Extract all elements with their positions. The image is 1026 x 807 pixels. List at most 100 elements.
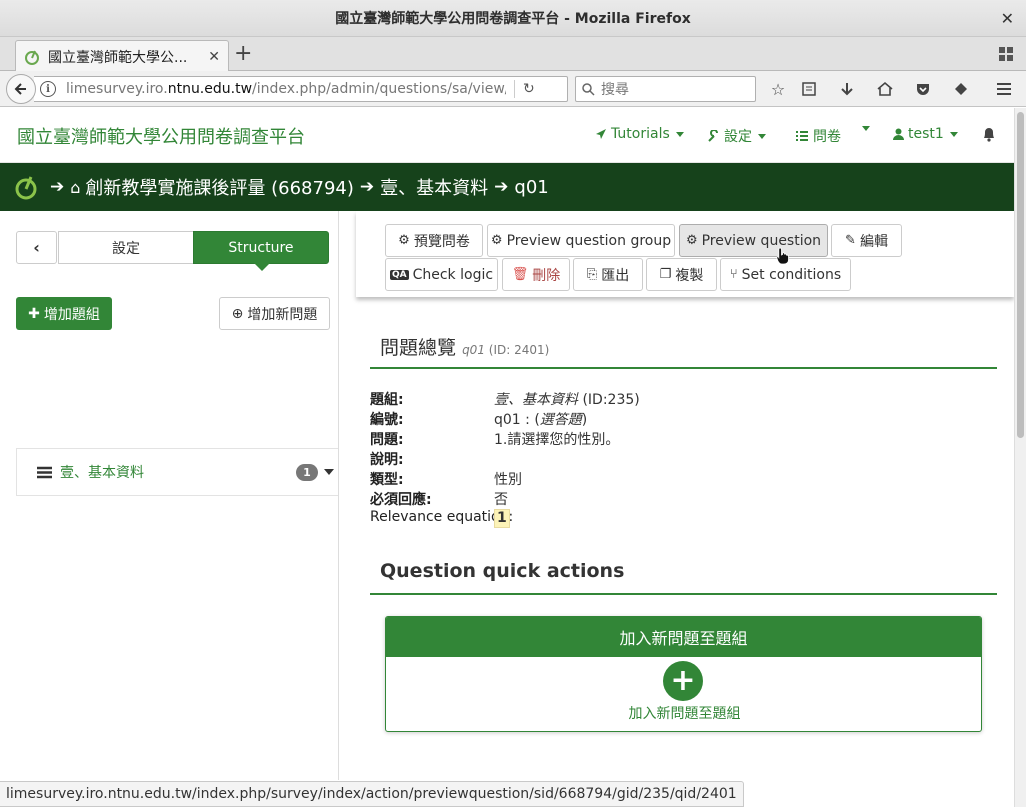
- tab-grid-icon[interactable]: [998, 46, 1014, 62]
- copy-button[interactable]: ❐ 複製: [646, 258, 717, 291]
- caret-down-icon: [949, 131, 958, 137]
- preview-survey-button[interactable]: ⚙ 預覽問卷: [385, 224, 483, 257]
- hand-cursor-icon: [776, 247, 789, 265]
- edit-label: 編輯: [859, 233, 888, 250]
- add-group-label: 增加題組: [43, 306, 100, 323]
- sidebar-collapse-button[interactable]: ‹: [16, 231, 57, 264]
- structure-sidebar: ‹ 設定 Structure ✚ 增加題組 ⊕ 增加新問題 壹、基本資料 1: [0, 211, 339, 780]
- detail-label: 編號:: [370, 412, 404, 428]
- download-icon[interactable]: [838, 80, 856, 98]
- caret-down-icon: [862, 126, 870, 131]
- pocket-icon[interactable]: [914, 80, 932, 98]
- plus-circle-icon[interactable]: +: [663, 661, 703, 701]
- tab-close-icon[interactable]: ✕: [208, 49, 220, 65]
- limesurvey-favicon-icon: [25, 50, 39, 65]
- site-info-icon[interactable]: i: [40, 81, 56, 97]
- detail-label: Relevance equation:: [370, 509, 514, 525]
- breadcrumb-survey[interactable]: 創新教學實施課後評量 (668794): [85, 174, 353, 200]
- new-tab-icon[interactable]: +: [234, 42, 252, 66]
- breadcrumb: ➔ ⌂ 創新教學實施課後評量 (668794) ➔ 壹、基本資料 ➔ q01: [0, 163, 1014, 211]
- detail-label: 必須回應:: [370, 492, 432, 508]
- url-path: /index.php/admin/questions/sa/view/surve: [252, 81, 506, 97]
- reload-icon[interactable]: ↻: [523, 81, 535, 97]
- quick-actions-heading: Question quick actions: [380, 560, 625, 582]
- conditions-icon: ⑂: [729, 267, 738, 282]
- tutorials-menu[interactable]: Tutorials: [594, 126, 684, 142]
- url-separator: [514, 80, 515, 98]
- surveys-menu[interactable]: 問卷: [795, 126, 841, 146]
- url-host-prefix: limesurvey.iro.: [66, 81, 168, 97]
- check-logic-label: Check logic: [412, 266, 494, 283]
- status-bar: limesurvey.iro.ntnu.edu.tw/index.php/sur…: [0, 781, 744, 807]
- window-title: 國立臺灣師範大學公用問卷調查平台 - Mozilla Firefox: [335, 11, 691, 27]
- settings-label: 設定: [724, 129, 752, 145]
- copy-icon: ❐: [659, 267, 672, 282]
- url-bar[interactable]: i limesurvey.iro.ntnu.edu.tw/index.php/a…: [34, 76, 568, 102]
- add-question-label: 增加新問題: [247, 306, 318, 323]
- tab-structure-label: Structure: [228, 239, 294, 256]
- caret-down-icon[interactable]: [324, 469, 334, 475]
- limesurvey-logo-icon[interactable]: [14, 174, 38, 200]
- reader-view-icon[interactable]: [800, 80, 818, 98]
- url-text[interactable]: limesurvey.iro.ntnu.edu.tw/index.php/adm…: [66, 81, 506, 97]
- notification-bell-icon[interactable]: [982, 127, 996, 142]
- plus-icon: ✚: [28, 305, 40, 322]
- preview-question-button[interactable]: ⚙ Preview question: [679, 224, 828, 257]
- trash-icon: 🗑: [511, 267, 529, 282]
- window-close-icon[interactable]: ✕: [1001, 9, 1014, 28]
- detail-value: q01 : (選答題): [494, 409, 587, 429]
- question-group-item[interactable]: 壹、基本資料 1: [16, 448, 338, 496]
- edit-button[interactable]: ✎ 編輯: [831, 224, 902, 257]
- overview-id: (ID: 2401): [488, 343, 550, 357]
- settings-menu[interactable]: 設定: [707, 126, 766, 146]
- detail-value: 壹、基本資料 (ID:235): [494, 389, 640, 409]
- question-toolbar: ⚙ 預覽問卷 ⚙ Preview question group ⚙ Preview q…: [356, 211, 1014, 297]
- breadcrumb-group[interactable]: 壹、基本資料: [380, 174, 488, 200]
- back-button[interactable]: [6, 74, 36, 104]
- page-viewport: 國立臺灣師範大學公用問卷調查平台 Tutorials 設定 問卷 test1 ➔…: [0, 108, 1014, 780]
- site-brand-link[interactable]: 國立臺灣師範大學公用問卷調查平台: [17, 123, 305, 149]
- back-arrow-icon: [14, 83, 26, 95]
- preview-question-label: Preview question: [701, 232, 822, 249]
- browser-tab-active[interactable]: 國立臺灣師範大學公... ✕: [15, 40, 229, 72]
- preview-question-group-button[interactable]: ⚙ Preview question group: [487, 224, 675, 257]
- scrollbar-thumb[interactable]: [1017, 112, 1024, 438]
- user-label: test1: [908, 126, 944, 142]
- plus-circle-icon: ⊕: [231, 305, 244, 322]
- add-question-to-group-panel[interactable]: 加入新問題至題組 + 加入新問題至題組: [385, 616, 982, 732]
- gear-icon: ⚙: [398, 233, 410, 248]
- detail-row-type: 類型: 性別: [370, 469, 990, 489]
- detail-row-mandatory: 必須回應: 否: [370, 489, 990, 509]
- window-titlebar: 國立臺灣師範大學公用問卷調查平台 - Mozilla Firefox ✕: [0, 0, 1026, 37]
- panel-action-label[interactable]: 加入新問題至題組: [386, 703, 981, 723]
- search-box[interactable]: 搜尋: [575, 76, 756, 102]
- caret-down-icon: [675, 131, 684, 137]
- drag-handle-icon[interactable]: [37, 466, 52, 479]
- surveys-dropdown-toggle[interactable]: [856, 126, 870, 131]
- code-close: ): [581, 412, 588, 428]
- tab-settings[interactable]: 設定: [58, 231, 194, 264]
- user-menu[interactable]: test1: [893, 126, 958, 142]
- caret-down-icon: [758, 133, 766, 139]
- question-detail-table: 題組: 壹、基本資料 (ID:235) 編號: q01 : (選答題) 問題: …: [370, 389, 990, 529]
- detail-row-group: 題組: 壹、基本資料 (ID:235): [370, 389, 990, 409]
- rocket-icon: [596, 128, 606, 139]
- gear-icon: ⚙: [685, 233, 698, 248]
- delete-button[interactable]: 🗑 刪除: [502, 258, 570, 291]
- gear-icon: ⚙: [490, 233, 503, 248]
- copy-label: 複製: [675, 267, 704, 284]
- check-logic-button[interactable]: QA Check logic: [385, 258, 498, 291]
- tab-structure[interactable]: Structure: [193, 231, 329, 271]
- extension-icon[interactable]: [952, 80, 970, 98]
- add-group-button[interactable]: ✚ 增加題組: [16, 297, 112, 330]
- wrench-icon: [708, 129, 718, 142]
- export-button[interactable]: ⎘ 匯出: [573, 258, 643, 291]
- home-icon[interactable]: [876, 80, 894, 98]
- home-icon: ⌂: [70, 177, 81, 197]
- add-question-button[interactable]: ⊕ 增加新問題: [219, 297, 330, 330]
- detail-row-code: 編號: q01 : (選答題): [370, 409, 990, 429]
- bookmark-star-icon[interactable]: ☆: [769, 80, 787, 99]
- hamburger-menu-icon[interactable]: [995, 80, 1013, 98]
- question-group-name[interactable]: 壹、基本資料: [60, 462, 296, 482]
- page-scrollbar[interactable]: [1014, 108, 1026, 807]
